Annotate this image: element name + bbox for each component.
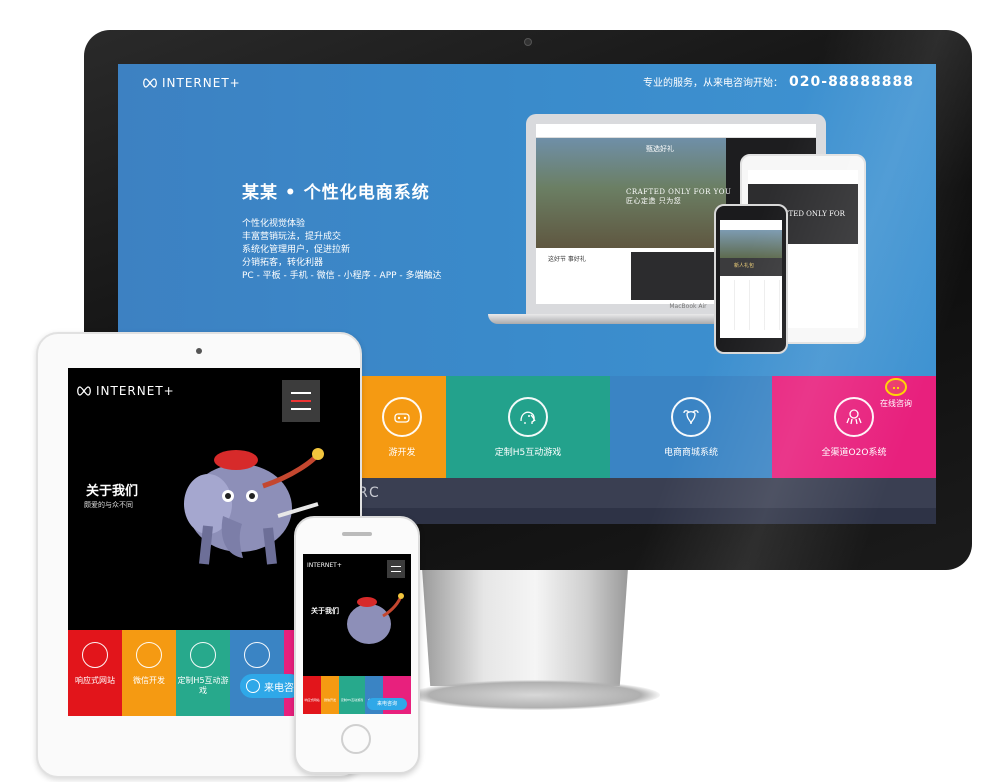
chat-label: 在线咨询 (880, 399, 912, 408)
ipad-tile-wechat[interactable]: 微信开发 (122, 630, 176, 716)
phone-mockup-screen: 新人礼包 (720, 220, 782, 338)
ipad-camera (196, 348, 202, 354)
iphone-logo-text[interactable]: INTERNET+ (307, 562, 342, 569)
iphone-home-button[interactable] (341, 724, 371, 754)
iphone-about-title: 关于我们 (311, 606, 339, 616)
mock-site-lower-dark (631, 252, 715, 300)
elephant-icon (508, 396, 548, 437)
about-title: 关于我们 (86, 484, 139, 499)
iphone-tile[interactable]: 响应式网站 (303, 676, 321, 714)
imac-stand-neck (422, 568, 628, 686)
elephant-face-icon (244, 642, 270, 668)
macbook-label: MacBook Air (669, 303, 707, 310)
infinity-logo-icon (143, 78, 157, 88)
feature-item: 系统化管理用户，促进拉新 (242, 245, 351, 255)
mock-site-title: 甄选好礼 (646, 145, 674, 153)
phone-mockup-text: 新人礼包 (734, 263, 755, 269)
chat-bubble-icon (885, 378, 907, 396)
gamepad-icon (136, 642, 162, 668)
tile-ecommerce[interactable]: 电商商城系统 (610, 376, 772, 478)
gamepad-icon (382, 396, 422, 437)
device-mockup-stage: INTERNET+ 专业的服务，从来电咨询开始： 020-88888888 某某… (0, 0, 1000, 782)
mock-hero-subline: 匠心定造 只为您 (626, 197, 682, 205)
tile-label: 全渠道O2O系统 (821, 447, 887, 458)
iphone-menu-button[interactable] (387, 560, 405, 578)
elephant-face-icon (671, 396, 711, 437)
iphone-about-line: 关于我们 (311, 607, 339, 615)
phone-mockup-grid (720, 280, 782, 330)
imac-stand-base (410, 680, 660, 710)
ipad-tile-responsive[interactable]: 响应式网站 (68, 630, 122, 716)
site-logo-text: INTERNET+ (162, 76, 241, 90)
phone-mockup-hero (720, 230, 782, 258)
tile-h5-game[interactable]: 定制H5互动游戏 (446, 376, 610, 478)
iphone-elephant-illustration (347, 593, 404, 644)
about-subtitle: 颇爱的与众不同 (84, 501, 133, 509)
menu-line (291, 392, 311, 394)
ipad-tile-label: 响应式网站 (75, 676, 115, 685)
menu-line (291, 408, 311, 410)
feature-item: 分销拓客，转化利器 (242, 258, 324, 268)
feature-item: 个性化视觉体验 (242, 219, 306, 229)
call-consult-button[interactable]: 来电咨 (240, 674, 302, 698)
phone-icon (246, 679, 260, 693)
online-chat-badge[interactable]: 在线咨询 (880, 378, 912, 409)
menu-line (291, 400, 311, 402)
tile-label: 定制H5互动游戏 (494, 447, 562, 458)
mock-hero-line: CRAFTED ONLY FOR YOU (626, 188, 732, 196)
ipad-tile-h5-game[interactable]: 定制H5互动游戏 (176, 630, 230, 716)
tile-label: 电商商城系统 (663, 447, 718, 458)
iphone-tile[interactable]: 定制H5互动游戏 (339, 676, 365, 714)
hero-title: 某某 • 个性化电商系统 (242, 183, 430, 203)
mock-lower-text: 这好节 事好礼 (548, 256, 586, 263)
ipad-site-logo[interactable]: INTERNET+ (76, 384, 175, 398)
iphone-tile[interactable]: 微信开发 (321, 676, 339, 714)
ipad-tile-label: 微信开发 (133, 676, 165, 685)
tile-label: 游开发 (388, 447, 416, 458)
iphone-call-button[interactable]: 来电咨询 (367, 698, 407, 710)
call-label: 来电咨 (264, 682, 294, 694)
iphone-speaker (342, 532, 372, 536)
hotline-number[interactable]: 020-88888888 (789, 74, 914, 90)
elephant-icon (190, 642, 216, 668)
site-logo[interactable]: INTERNET+ (142, 76, 241, 90)
tile-game-dev[interactable]: 游开发 (358, 376, 446, 478)
hotline: 专业的服务，从来电咨询开始： 020-88888888 (643, 74, 914, 90)
feature-list: 个性化视觉体验 丰富营销玩法，提升成交 系统化管理用户，促进拉新 分销拓客，转化… (242, 218, 442, 283)
hamburger-menu-button[interactable] (282, 380, 320, 422)
ipad-tile-label: 定制H5互动游戏 (177, 676, 229, 695)
iphone-screen: INTERNET+ 关于我们 响应式网站 微信开发 定制H5互动游戏 电商商城 … (303, 554, 411, 714)
ipad-tile-ecommerce[interactable]: 电 (230, 630, 284, 716)
ipad-logo-text: INTERNET+ (96, 384, 175, 398)
infinity-logo-icon (77, 386, 91, 396)
feature-item: 丰富营销玩法，提升成交 (242, 232, 342, 242)
lion-icon (82, 642, 108, 668)
mock-hero-text: CRAFTED ONLY FOR YOU 匠心定造 只为您 (626, 188, 731, 206)
hotline-label: 专业的服务，从来电咨询开始： (643, 78, 784, 89)
feature-item: PC - 平板 - 手机 - 微信 - 小程序 - APP - 多端触达 (242, 271, 442, 281)
imac-camera (524, 38, 532, 46)
mock-site-nav (536, 124, 816, 138)
octopus-icon (834, 396, 874, 437)
